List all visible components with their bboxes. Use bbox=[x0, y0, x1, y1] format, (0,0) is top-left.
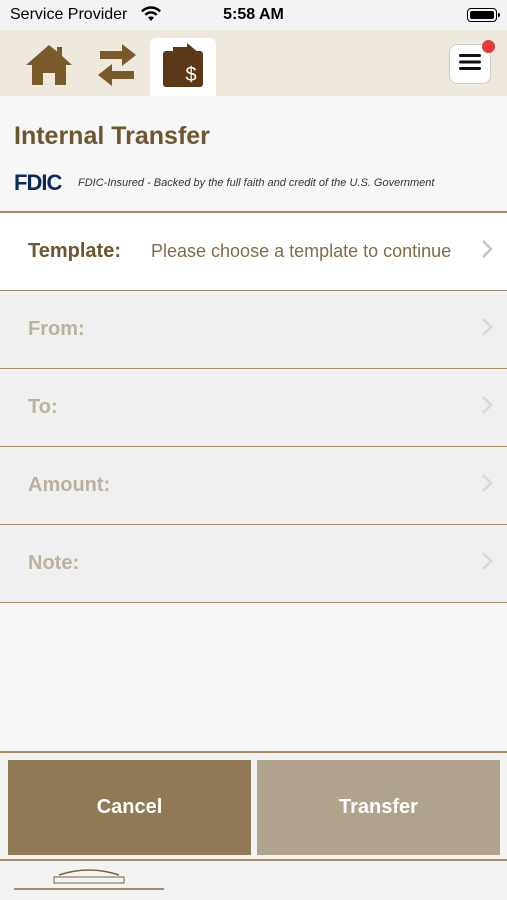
action-bar: Cancel Transfer bbox=[0, 751, 507, 861]
transfer-button[interactable]: Transfer bbox=[257, 760, 500, 855]
footer bbox=[0, 861, 507, 900]
template-value: Please choose a template to continue bbox=[151, 241, 452, 261]
chevron-right-icon bbox=[481, 317, 493, 342]
status-bar: Service Provider 5:58 AM bbox=[0, 0, 507, 30]
battery-icon bbox=[467, 8, 500, 22]
cancel-button[interactable]: Cancel bbox=[8, 760, 251, 855]
from-row[interactable]: From: bbox=[0, 291, 507, 369]
to-row[interactable]: To: bbox=[0, 369, 507, 447]
clock: 5:58 AM bbox=[223, 6, 284, 23]
amount-row[interactable]: Amount: bbox=[0, 447, 507, 525]
to-label: To: bbox=[28, 396, 58, 418]
chevron-right-icon bbox=[481, 395, 493, 420]
chevron-right-icon bbox=[481, 473, 493, 498]
hamburger-menu-icon bbox=[459, 53, 481, 76]
menu-button[interactable] bbox=[449, 40, 495, 84]
note-row[interactable]: Note: bbox=[0, 525, 507, 603]
home-icon bbox=[24, 43, 74, 92]
chevron-right-icon bbox=[481, 239, 493, 264]
bill-pay-icon: $ bbox=[161, 41, 205, 94]
template-label: Template: bbox=[28, 240, 121, 262]
top-nav-bar: $ bbox=[0, 30, 507, 96]
tab-transfer[interactable] bbox=[86, 38, 148, 96]
tab-bill-pay[interactable]: $ bbox=[150, 38, 216, 96]
svg-text:$: $ bbox=[185, 64, 196, 86]
template-row[interactable]: Template: Please choose a template to co… bbox=[0, 213, 507, 291]
note-label: Note: bbox=[28, 552, 80, 574]
tab-home[interactable] bbox=[18, 38, 80, 96]
fdic-disclaimer: FDIC-Insured - Backed by the full faith … bbox=[78, 177, 435, 189]
arrows-transfer-icon bbox=[96, 42, 138, 93]
main-content: Internal Transfer FDIC FDIC-Insured - Ba… bbox=[0, 96, 507, 751]
chevron-right-icon bbox=[481, 551, 493, 576]
page-title: Internal Transfer bbox=[14, 122, 210, 150]
from-label: From: bbox=[28, 318, 85, 340]
notification-badge bbox=[482, 40, 495, 53]
amount-label: Amount: bbox=[28, 474, 111, 496]
bank-logo bbox=[14, 865, 164, 895]
fdic-logo: FDIC bbox=[14, 170, 62, 195]
